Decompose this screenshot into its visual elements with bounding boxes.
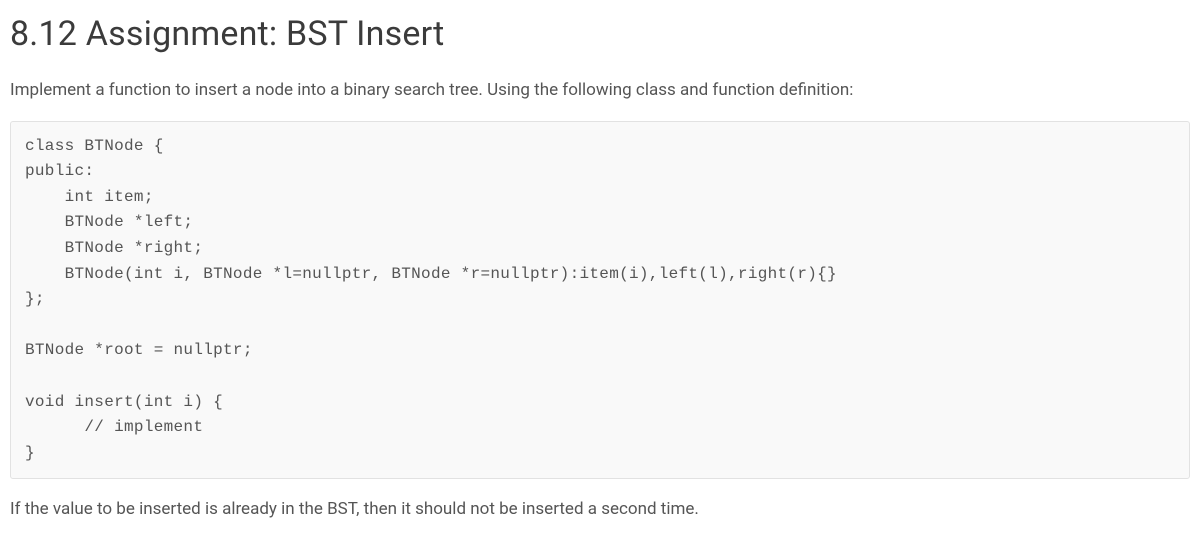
page-title: 8.12 Assignment: BST Insert bbox=[10, 14, 1190, 54]
assignment-description: Implement a function to insert a node in… bbox=[10, 78, 1190, 103]
assignment-note: If the value to be inserted is already i… bbox=[10, 497, 1190, 522]
code-definition-block: class BTNode { public: int item; BTNode … bbox=[10, 121, 1190, 480]
